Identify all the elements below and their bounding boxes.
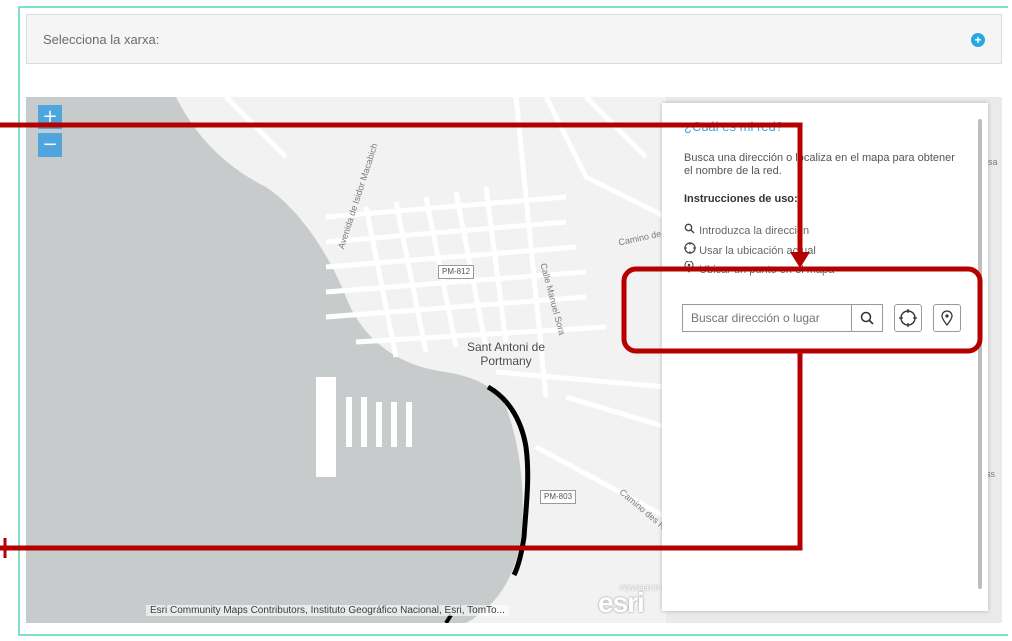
pin-icon [684,260,696,276]
panel-scrollbar[interactable] [978,119,982,589]
city-label: Sant Antoni de Portmany [466,340,546,368]
network-selector[interactable]: Selecciona la xarxa: + [26,14,1002,64]
crosshair-icon [899,309,917,327]
road-shield-pm803: PM-803 [540,490,577,504]
instruction-location: Usar la ubicación actual [684,242,816,257]
instructions-title: Instrucciones de uso: [684,193,798,205]
search-input[interactable] [682,304,852,332]
map-attribution: Esri Community Maps Contributors, Instit… [146,605,509,616]
instruction-search-text: Introduzca la dirección [699,225,810,237]
panel-title: ¿Cuál es mi red? [684,119,783,134]
zoom-in-button[interactable]: + [38,105,62,129]
instruction-search: Introduzca la dirección [684,223,809,237]
road-shield-pm812: PM-812 [438,265,475,279]
road-label-edge-sa: sa [988,157,998,167]
panel-description: Busca una dirección o localiza en el map… [684,152,955,177]
crosshair-icon [684,242,696,257]
zoom-out-button[interactable]: − [38,133,62,157]
instruction-location-text: Usar la ubicación actual [699,245,816,257]
search-icon [860,311,874,325]
search-icon [684,223,696,237]
instruction-pin-text: Ubicar un punto en el mapa [699,264,835,276]
instruction-pin: Ubicar un punto en el mapa [684,260,835,276]
pin-icon [941,310,953,327]
esri-logo: esri [598,587,645,618]
current-location-button[interactable] [894,304,922,332]
network-selector-label: Selecciona la xarxa: [43,32,160,47]
search-button[interactable] [851,304,883,332]
plus-circle-icon[interactable]: + [971,33,985,47]
network-finder-panel: ¿Cuál es mi red? Busca una dirección o l… [662,103,988,611]
map-point-button[interactable] [933,304,961,332]
